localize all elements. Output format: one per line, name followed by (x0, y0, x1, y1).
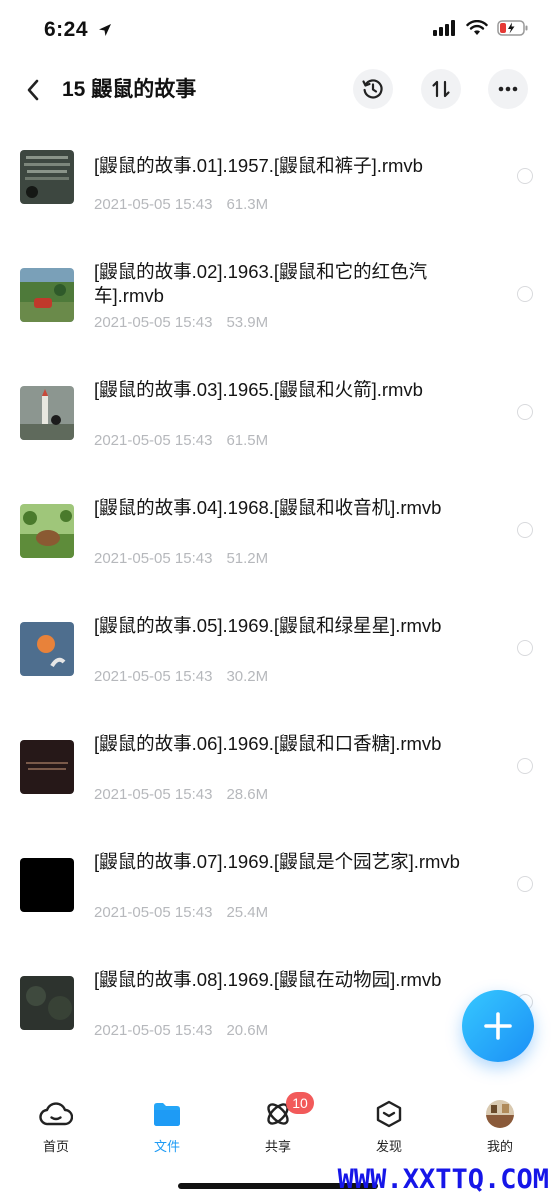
cloud-home-icon (39, 1102, 73, 1126)
file-item[interactable]: [鼹鼠的故事.02].1963.[鼹鼠和它的红色汽车].rmvb 2021-05… (0, 248, 555, 366)
select-radio[interactable] (517, 168, 533, 184)
file-thumbnail (20, 976, 74, 1030)
file-date: 2021-05-05 15:43 (94, 1022, 213, 1039)
discover-box-icon (376, 1100, 402, 1128)
file-name: [鼹鼠的故事.08].1969.[鼹鼠在动物园].rmvb (94, 969, 442, 990)
file-meta: 2021-05-05 15:43 51.2M (94, 550, 268, 567)
file-meta: 2021-05-05 15:43 30.2M (94, 668, 268, 685)
file-name: [鼹鼠的故事.06].1969.[鼹鼠和口香糖].rmvb (94, 733, 442, 754)
tab-me[interactable]: 我的 (460, 1098, 540, 1155)
file-date: 2021-05-05 15:43 (94, 550, 213, 567)
file-meta: 2021-05-05 15:43 61.5M (94, 432, 268, 449)
file-size: 30.2M (226, 668, 269, 685)
file-name: [鼹鼠的故事.01].1957.[鼹鼠和裤子].rmvb (94, 155, 423, 176)
select-radio[interactable] (517, 286, 533, 302)
status-time: 6:24 (44, 18, 89, 41)
file-name: [鼹鼠的故事.04].1968.[鼹鼠和收音机].rmvb (94, 497, 442, 518)
file-item[interactable]: [鼹鼠的故事.03].1965.[鼹鼠和火箭].rmvb 2021-05-05 … (0, 366, 555, 484)
file-meta: 2021-05-05 15:43 25.4M (94, 904, 268, 921)
more-dots-icon (498, 86, 518, 92)
file-date: 2021-05-05 15:43 (94, 786, 213, 803)
status-icons (433, 20, 529, 36)
select-radio[interactable] (517, 876, 533, 892)
file-thumbnail (20, 150, 74, 204)
location-arrow-icon (99, 24, 111, 36)
file-date: 2021-05-05 15:43 (94, 904, 213, 921)
file-item[interactable]: [鼹鼠的故事.05].1969.[鼹鼠和绿星星].rmvb 2021-05-05… (0, 602, 555, 720)
file-meta: 2021-05-05 15:43 28.6M (94, 786, 268, 803)
header: 15 鼹鼠的故事 (0, 66, 555, 114)
file-size: 53.9M (226, 314, 269, 331)
plus-icon (484, 1012, 512, 1040)
file-item[interactable]: [鼹鼠的故事.06].1969.[鼹鼠和口香糖].rmvb 2021-05-05… (0, 720, 555, 838)
history-button[interactable] (353, 69, 393, 109)
file-thumbnail (20, 622, 74, 676)
chevron-left-icon (27, 79, 39, 101)
file-thumbnail (20, 386, 74, 440)
tab-me-label: 我的 (486, 1139, 513, 1154)
file-item[interactable]: [鼹鼠的故事.04].1968.[鼹鼠和收音机].rmvb 2021-05-05… (0, 484, 555, 602)
tab-files-label: 文件 (153, 1139, 180, 1154)
file-name: [鼹鼠的故事.03].1965.[鼹鼠和火箭].rmvb (94, 379, 423, 400)
file-name: [鼹鼠的故事.05].1969.[鼹鼠和绿星星].rmvb (94, 615, 442, 636)
tab-files[interactable]: 文件 (127, 1098, 207, 1155)
file-size: 61.5M (226, 432, 269, 449)
file-item[interactable]: [鼹鼠的故事.07].1969.[鼹鼠是个园艺家].rmvb 2021-05-0… (0, 838, 555, 956)
sort-button[interactable] (421, 69, 461, 109)
tab-share[interactable]: 共享 10 (238, 1092, 318, 1155)
history-clock-icon (362, 79, 383, 99)
tab-home[interactable]: 首页 (16, 1098, 96, 1155)
file-meta: 2021-05-05 15:43 61.3M (94, 196, 268, 213)
file-size: 51.2M (226, 550, 269, 567)
file-size: 25.4M (226, 904, 269, 921)
select-radio[interactable] (517, 522, 533, 538)
wifi-icon (466, 20, 488, 35)
file-item[interactable]: [鼹鼠的故事.01].1957.[鼹鼠和裤子].rmvb 2021-05-05 … (0, 130, 555, 248)
select-radio[interactable] (517, 404, 533, 420)
select-radio[interactable] (517, 640, 533, 656)
file-thumbnail (20, 504, 74, 558)
folder-icon (154, 1103, 180, 1126)
file-date: 2021-05-05 15:43 (94, 196, 213, 213)
status-bar: 6:24 (0, 0, 555, 60)
add-button[interactable] (462, 990, 534, 1062)
tab-discover-label: 发现 (375, 1139, 402, 1154)
file-meta: 2021-05-05 15:43 53.9M (94, 314, 268, 331)
sort-arrows-icon (432, 80, 450, 98)
file-size: 61.3M (226, 196, 269, 213)
select-radio[interactable] (517, 758, 533, 774)
file-name: [鼹鼠的故事.07].1969.[鼹鼠是个园艺家].rmvb (94, 851, 460, 872)
notification-badge: 10 (286, 1092, 314, 1114)
file-name: [鼹鼠的故事.02].1963.[鼹鼠和它的红色汽车].rmvb (94, 261, 428, 306)
file-date: 2021-05-05 15:43 (94, 668, 213, 685)
file-size: 20.6M (226, 1022, 269, 1039)
file-thumbnail (20, 268, 74, 322)
battery-charging-icon (497, 20, 528, 36)
file-thumbnail (20, 858, 74, 912)
tab-discover[interactable]: 发现 (349, 1098, 429, 1155)
cellular-signal-icon (433, 20, 455, 36)
tab-share-label: 共享 (264, 1139, 291, 1154)
back-button[interactable] (20, 76, 46, 104)
file-size: 28.6M (226, 786, 269, 803)
tab-home-label: 首页 (42, 1139, 69, 1154)
file-meta: 2021-05-05 15:43 20.6M (94, 1022, 268, 1039)
file-thumbnail (20, 740, 74, 794)
page-title: 15 鼹鼠的故事 (62, 78, 197, 101)
more-button[interactable] (488, 69, 528, 109)
file-date: 2021-05-05 15:43 (94, 314, 213, 331)
watermark: WWW.XXTTQ.COM (337, 1164, 549, 1195)
avatar (486, 1100, 514, 1128)
file-date: 2021-05-05 15:43 (94, 432, 213, 449)
